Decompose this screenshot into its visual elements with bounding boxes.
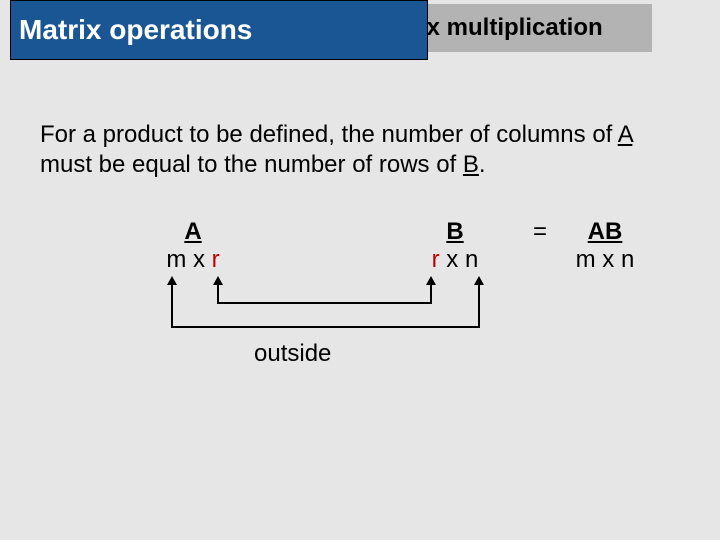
outer-vline-left [171,284,173,326]
outer-vline-right [478,284,480,326]
matrix-A-r: r [212,246,220,273]
body-text-e: . [479,151,486,178]
outside-label: outside [254,340,331,368]
slide-header: Matrix multiplication Matrix operations [0,0,720,66]
inner-vline-right [430,284,432,302]
inner-hline [217,302,432,304]
arrow-B-r [426,276,436,285]
body-B: B [463,151,479,178]
body-paragraph: For a product to be defined, the number … [40,120,680,180]
outer-hline [171,326,480,328]
matrix-A-x: x [186,246,211,273]
matrix-A-m: m [166,246,186,273]
matrix-A: A m x r [158,218,228,273]
dimension-diagram: A m x r B r x n = AB m x n outside [0,218,720,418]
matrix-B-name: B [446,218,463,245]
header-title: Matrix operations [19,14,252,46]
inner-vline-left [217,284,219,302]
matrix-B: B r x n [420,218,490,273]
matrix-B-n: n [465,246,478,273]
equals-sign: = [533,218,547,246]
matrix-B-r: r [432,246,440,273]
matrix-AB-m: m [576,246,596,273]
matrix-A-name: A [184,218,201,245]
matrix-AB: AB m x n [566,218,644,273]
body-A: A [618,121,633,148]
body-text-a: For a product to be defined, the number … [40,121,618,148]
matrix-AB-x: x [596,246,621,273]
header-title-box: Matrix operations [10,0,428,60]
matrix-B-x: x [440,246,465,273]
matrix-AB-name: AB [588,218,623,245]
body-text-c: must be equal to the number of rows of [40,151,463,178]
matrix-AB-n: n [621,246,634,273]
